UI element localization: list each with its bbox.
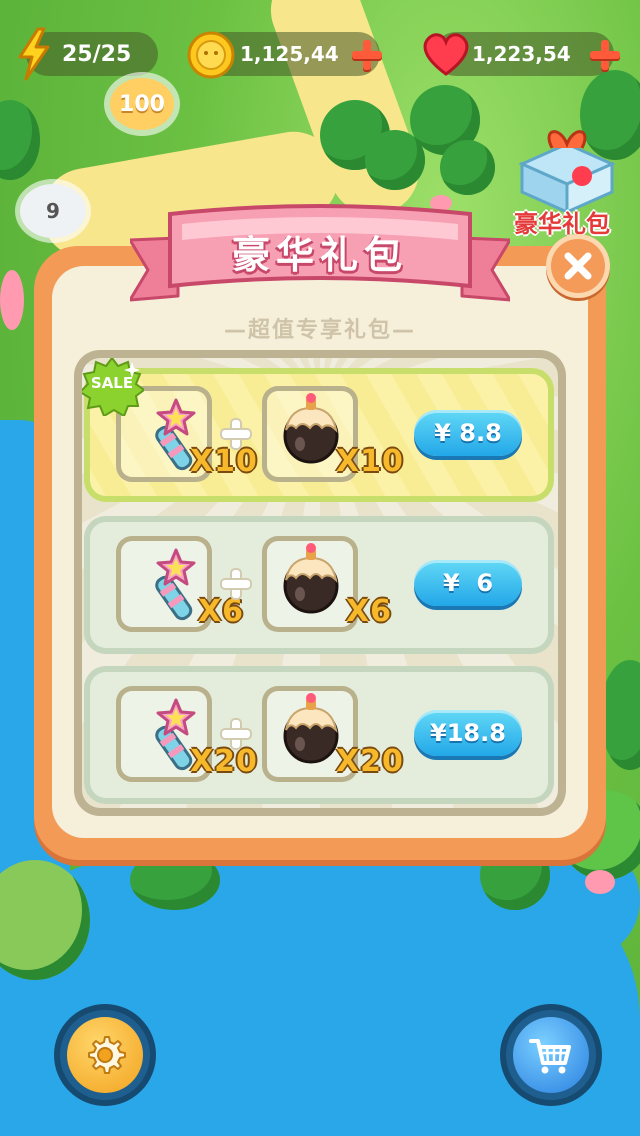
- close-button[interactable]: [546, 234, 610, 298]
- dialog-title: 豪华礼包: [231, 232, 408, 277]
- heart-icon: [420, 30, 472, 78]
- close-icon: [564, 252, 592, 280]
- pack-list-frame: [74, 350, 566, 816]
- coin-icon: [186, 30, 236, 80]
- gift-pack-label: 豪华礼包: [514, 210, 610, 238]
- dialog-subtitle: —超值专享礼包—: [223, 318, 416, 343]
- add-hearts-button[interactable]: [588, 38, 622, 72]
- energy-value: 25/25: [62, 41, 132, 67]
- settings-button[interactable]: [60, 1010, 150, 1100]
- shop-button[interactable]: [506, 1010, 596, 1100]
- lightning-icon: [14, 26, 54, 82]
- gift-box-icon: [518, 130, 616, 214]
- gear-icon: [88, 1036, 126, 1074]
- cart-icon: [529, 1039, 571, 1074]
- level-node-9[interactable]: 9: [20, 184, 86, 238]
- level-node-100[interactable]: 100: [110, 78, 174, 130]
- level-number: 100: [119, 91, 165, 117]
- heart-value: 1,223,54: [472, 42, 571, 66]
- coin-value: 1,125,44: [240, 42, 339, 66]
- level-number: 9: [46, 199, 60, 223]
- add-coins-button[interactable]: [350, 38, 384, 72]
- gift-pack-event[interactable]: 豪华礼包: [506, 120, 626, 240]
